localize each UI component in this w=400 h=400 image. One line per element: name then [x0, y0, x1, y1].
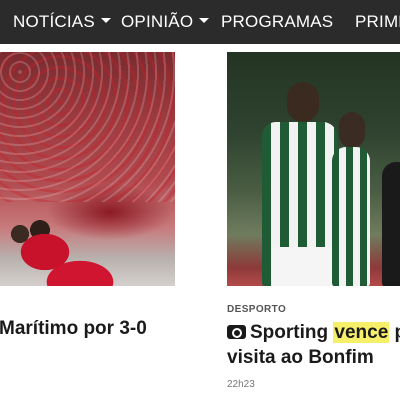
nav-item-label: PROGRAMAS	[221, 12, 334, 31]
caret-down-icon	[199, 18, 210, 24]
player-jersey	[332, 147, 370, 286]
nav-item-label: OPINIÃO	[121, 12, 194, 31]
player-head	[339, 112, 365, 148]
headline-highlight: vence	[333, 322, 390, 343]
article-timestamp: 22h23	[227, 379, 255, 390]
nav-item-label: PRIME	[355, 12, 400, 31]
caret-down-icon	[100, 18, 111, 24]
article-headline-left[interactable]: Marítimo por 3-0	[0, 318, 147, 340]
player-head	[287, 82, 319, 122]
nav-item-prime[interactable]: PRIME	[355, 0, 400, 44]
camera-icon	[227, 325, 246, 339]
article-headline-right[interactable]: Sporting vence po visita ao Bonfim	[227, 320, 400, 370]
nav-item-programas[interactable]: PROGRAMAS	[221, 0, 333, 44]
nav-item-noticias[interactable]: NOTÍCIAS	[13, 0, 111, 44]
article-photo-sporting-players[interactable]	[227, 52, 400, 286]
player-dark-kit	[382, 162, 400, 286]
headline-line2: visita ao Bonfim	[227, 347, 374, 368]
headline-part: po	[389, 322, 400, 343]
article-category[interactable]: DESPORTO	[227, 304, 286, 315]
top-navbar: NOTÍCIAS OPINIÃO PROGRAMAS PRIME	[0, 0, 400, 44]
article-photo-benfica-celebration[interactable]	[0, 52, 175, 286]
nav-item-opiniao[interactable]: OPINIÃO	[121, 0, 210, 44]
headline-part: Sporting	[250, 322, 334, 343]
nav-item-label: NOTÍCIAS	[13, 12, 95, 31]
